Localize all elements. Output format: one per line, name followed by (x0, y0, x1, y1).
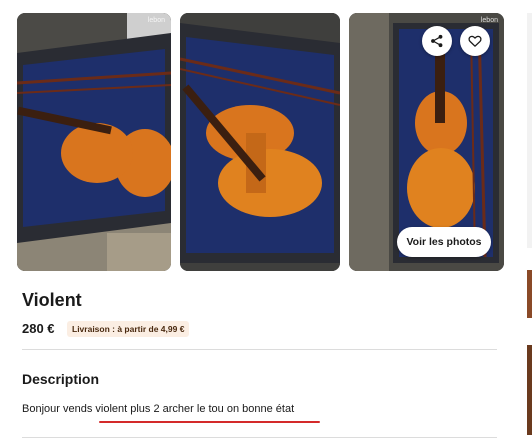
photo-2[interactable] (180, 13, 340, 271)
violin-photo-1 (17, 13, 171, 271)
side-panel-edge (527, 13, 532, 248)
favorite-button[interactable] (460, 26, 490, 56)
photo-1[interactable]: lebon (17, 13, 171, 271)
heart-icon (468, 35, 482, 47)
watermark: lebon (480, 17, 498, 24)
side-thumbnail-edge (527, 270, 532, 318)
photo-gallery: lebon lebon Voir les photos (17, 13, 504, 271)
divider (22, 437, 497, 438)
listing-price: 280 € (22, 321, 55, 336)
see-photos-button[interactable]: Voir les photos (397, 227, 491, 257)
delivery-badge: Livraison : à partir de 4,99 € (67, 321, 190, 337)
side-thumbnail-edge (527, 345, 532, 435)
highlight-underline (99, 421, 320, 423)
description-text: Bonjour vends violent plus 2 archer le t… (22, 403, 295, 415)
description-heading: Description (22, 371, 100, 387)
listing-title: Violent (22, 290, 82, 310)
violin-photo-2 (180, 13, 340, 271)
divider (22, 349, 497, 350)
share-icon (431, 34, 443, 48)
watermark: lebon (147, 17, 165, 24)
share-button[interactable] (422, 26, 452, 56)
